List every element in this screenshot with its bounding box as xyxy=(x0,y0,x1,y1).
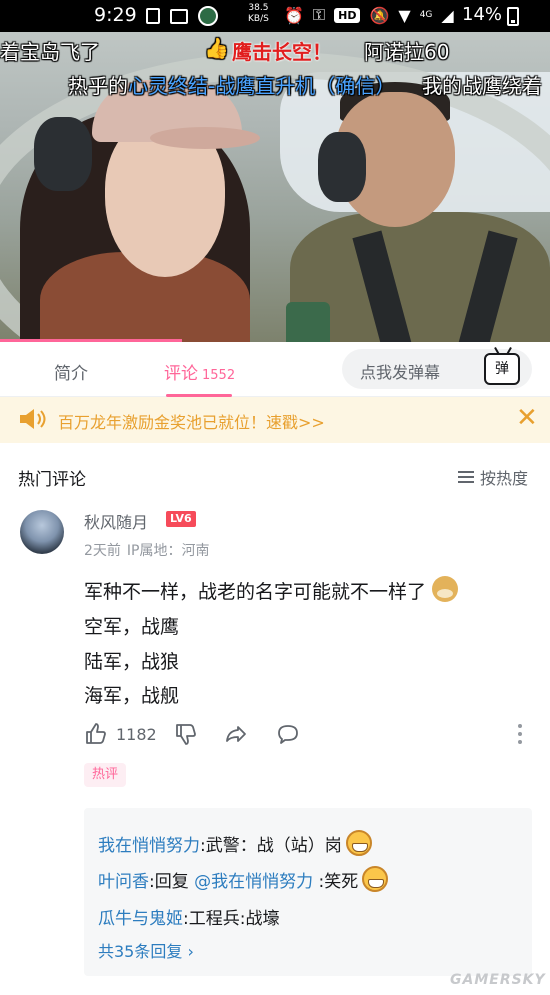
danmaku-comment: 我的战鹰绕着 xyxy=(422,74,542,98)
hot-comments-title: 热门评论 xyxy=(18,470,86,490)
net-speed-value: 38.5 xyxy=(248,3,269,13)
comment-actions: 1182 xyxy=(84,722,534,750)
thumbs-up-icon xyxy=(86,723,106,744)
reply-text: :工程兵:战壕 xyxy=(183,909,280,929)
key-icon: ⚿ xyxy=(312,5,326,24)
view-all-replies-link[interactable]: 共35条回复 › xyxy=(98,938,194,962)
reply-button[interactable] xyxy=(276,722,300,746)
status-system-icons: ⏰ ⚿ HD 🔕 ▼ 4G ◢ xyxy=(284,5,454,25)
sort-icon xyxy=(458,471,474,483)
level-badge: LV6 xyxy=(166,511,196,527)
alarm-icon: ⏰ xyxy=(284,5,304,25)
reply-text: :回复 xyxy=(149,872,195,892)
promo-notice-bar[interactable]: 百万龙年激励金奖池已就位！速戳>> ✕ xyxy=(0,397,550,443)
network-type: 4G xyxy=(419,10,433,20)
avatar[interactable] xyxy=(20,510,64,554)
hd-badge: HD xyxy=(334,7,361,23)
danmaku-input-placeholder: 点我发弹幕 xyxy=(360,363,441,382)
doge-emoji-icon xyxy=(432,576,459,602)
status-time: 9:29 xyxy=(94,4,137,26)
grimace-emoji-icon xyxy=(345,830,372,856)
tab-comments-label: 评论 xyxy=(164,364,198,384)
comment-username[interactable]: 秋风随月 xyxy=(84,509,148,533)
network-speed: 38.5 KB/S xyxy=(248,3,269,25)
share-button[interactable] xyxy=(224,722,248,746)
mute-icon: 🔕 xyxy=(369,5,390,25)
reply-mention[interactable]: @我在悄悄努力 xyxy=(194,872,313,892)
video-shoulder-patch xyxy=(286,302,330,342)
reply-username[interactable]: 我在悄悄努力 xyxy=(98,836,200,856)
danmaku-toggle-button[interactable]: 弹 xyxy=(484,353,520,385)
app-avatar-icon xyxy=(198,6,218,26)
tab-intro[interactable]: 简介 xyxy=(54,359,88,384)
thumbs-down-icon xyxy=(176,724,196,745)
video-pilot-headset xyxy=(318,132,366,202)
video-player[interactable]: 着宝岛飞了 👍 鹰击长空！ 阿诺拉60 热乎的 心灵终结-战鹰直升机（确信） 我… xyxy=(0,32,550,342)
sort-button[interactable]: 按热度 xyxy=(458,465,528,489)
dislike-button[interactable] xyxy=(174,722,198,746)
comment-line: 陆军，战狼 xyxy=(84,651,180,673)
danmaku-comment: 鹰击长空！ xyxy=(232,40,332,64)
reply-item[interactable]: 我在悄悄努力:武警：战（站）岗 xyxy=(98,830,372,856)
battery-icon xyxy=(507,7,519,26)
comment-time: 2天前 xyxy=(84,543,121,559)
danmaku-comment: 阿诺拉60 xyxy=(364,40,450,64)
comment-line: 空军，战鹰 xyxy=(84,616,180,638)
watermark: GAMERSKY xyxy=(450,972,546,988)
comment-location: IP属地：河南 xyxy=(126,543,210,559)
comment-text: 军种不一样，战老的名字可能就不一样了 xyxy=(84,581,427,603)
signal-icon: ◢ xyxy=(441,5,454,25)
video-person-cap-brim xyxy=(150,127,260,149)
sort-label: 按热度 xyxy=(480,469,529,488)
notice-text[interactable]: 百万龙年激励金奖池已就位！速戳>> xyxy=(58,409,325,433)
reply-username[interactable]: 瓜牛与鬼姬 xyxy=(98,909,183,929)
speaker-icon xyxy=(20,409,46,429)
comment-line: 海军，战舰 xyxy=(84,685,180,707)
gallery-icon xyxy=(170,8,188,24)
danmaku-thumb-icon: 👍 xyxy=(204,36,229,60)
share-icon xyxy=(226,726,246,742)
comment-meta: 2天前 IP属地：河南 xyxy=(84,540,210,560)
like-count: 1182 xyxy=(116,724,157,744)
danmaku-comment: 心灵终结-战鹰直升机（确信） xyxy=(128,74,396,98)
close-icon[interactable]: ✕ xyxy=(516,405,538,431)
status-notification-icons xyxy=(146,6,218,26)
reply-preview-box[interactable]: 我在悄悄努力:武警：战（站）岗 叶问香:回复 @我在悄悄努力 :笑死 瓜牛与鬼姬… xyxy=(84,808,532,976)
reply-text: :武警：战（站）岗 xyxy=(200,836,342,856)
sim-icon xyxy=(146,8,160,24)
danmaku-comment: 着宝岛飞了 xyxy=(0,40,100,64)
danmaku-comment: 热乎的 xyxy=(68,74,128,98)
wifi-icon: ▼ xyxy=(398,5,411,25)
hot-comment-badge: 热评 xyxy=(84,763,127,787)
comment-bubble-icon xyxy=(278,725,298,744)
like-button[interactable]: 1182 xyxy=(84,722,157,746)
status-bar: 9:29 38.5 KB/S ⏰ ⚿ HD 🔕 ▼ 4G ◢ 14% xyxy=(0,0,550,32)
net-speed-unit: KB/S xyxy=(248,14,269,24)
reply-item[interactable]: 叶问香:回复 @我在悄悄努力 :笑死 xyxy=(98,866,389,892)
reply-item[interactable]: 瓜牛与鬼姬:工程兵:战壕 xyxy=(98,904,279,929)
tab-comments[interactable]: 评论 1552 xyxy=(164,359,235,384)
comment-line: 军种不一样，战老的名字可能就不一样了 xyxy=(84,576,459,604)
video-headset xyxy=(34,117,92,191)
laughing-emoji-icon xyxy=(362,866,389,892)
tab-comments-count: 1552 xyxy=(202,368,236,383)
more-options-icon[interactable] xyxy=(518,724,522,748)
reply-text: :笑死 xyxy=(313,872,359,892)
battery-percent: 14% xyxy=(462,4,503,25)
reply-username[interactable]: 叶问香 xyxy=(98,872,149,892)
